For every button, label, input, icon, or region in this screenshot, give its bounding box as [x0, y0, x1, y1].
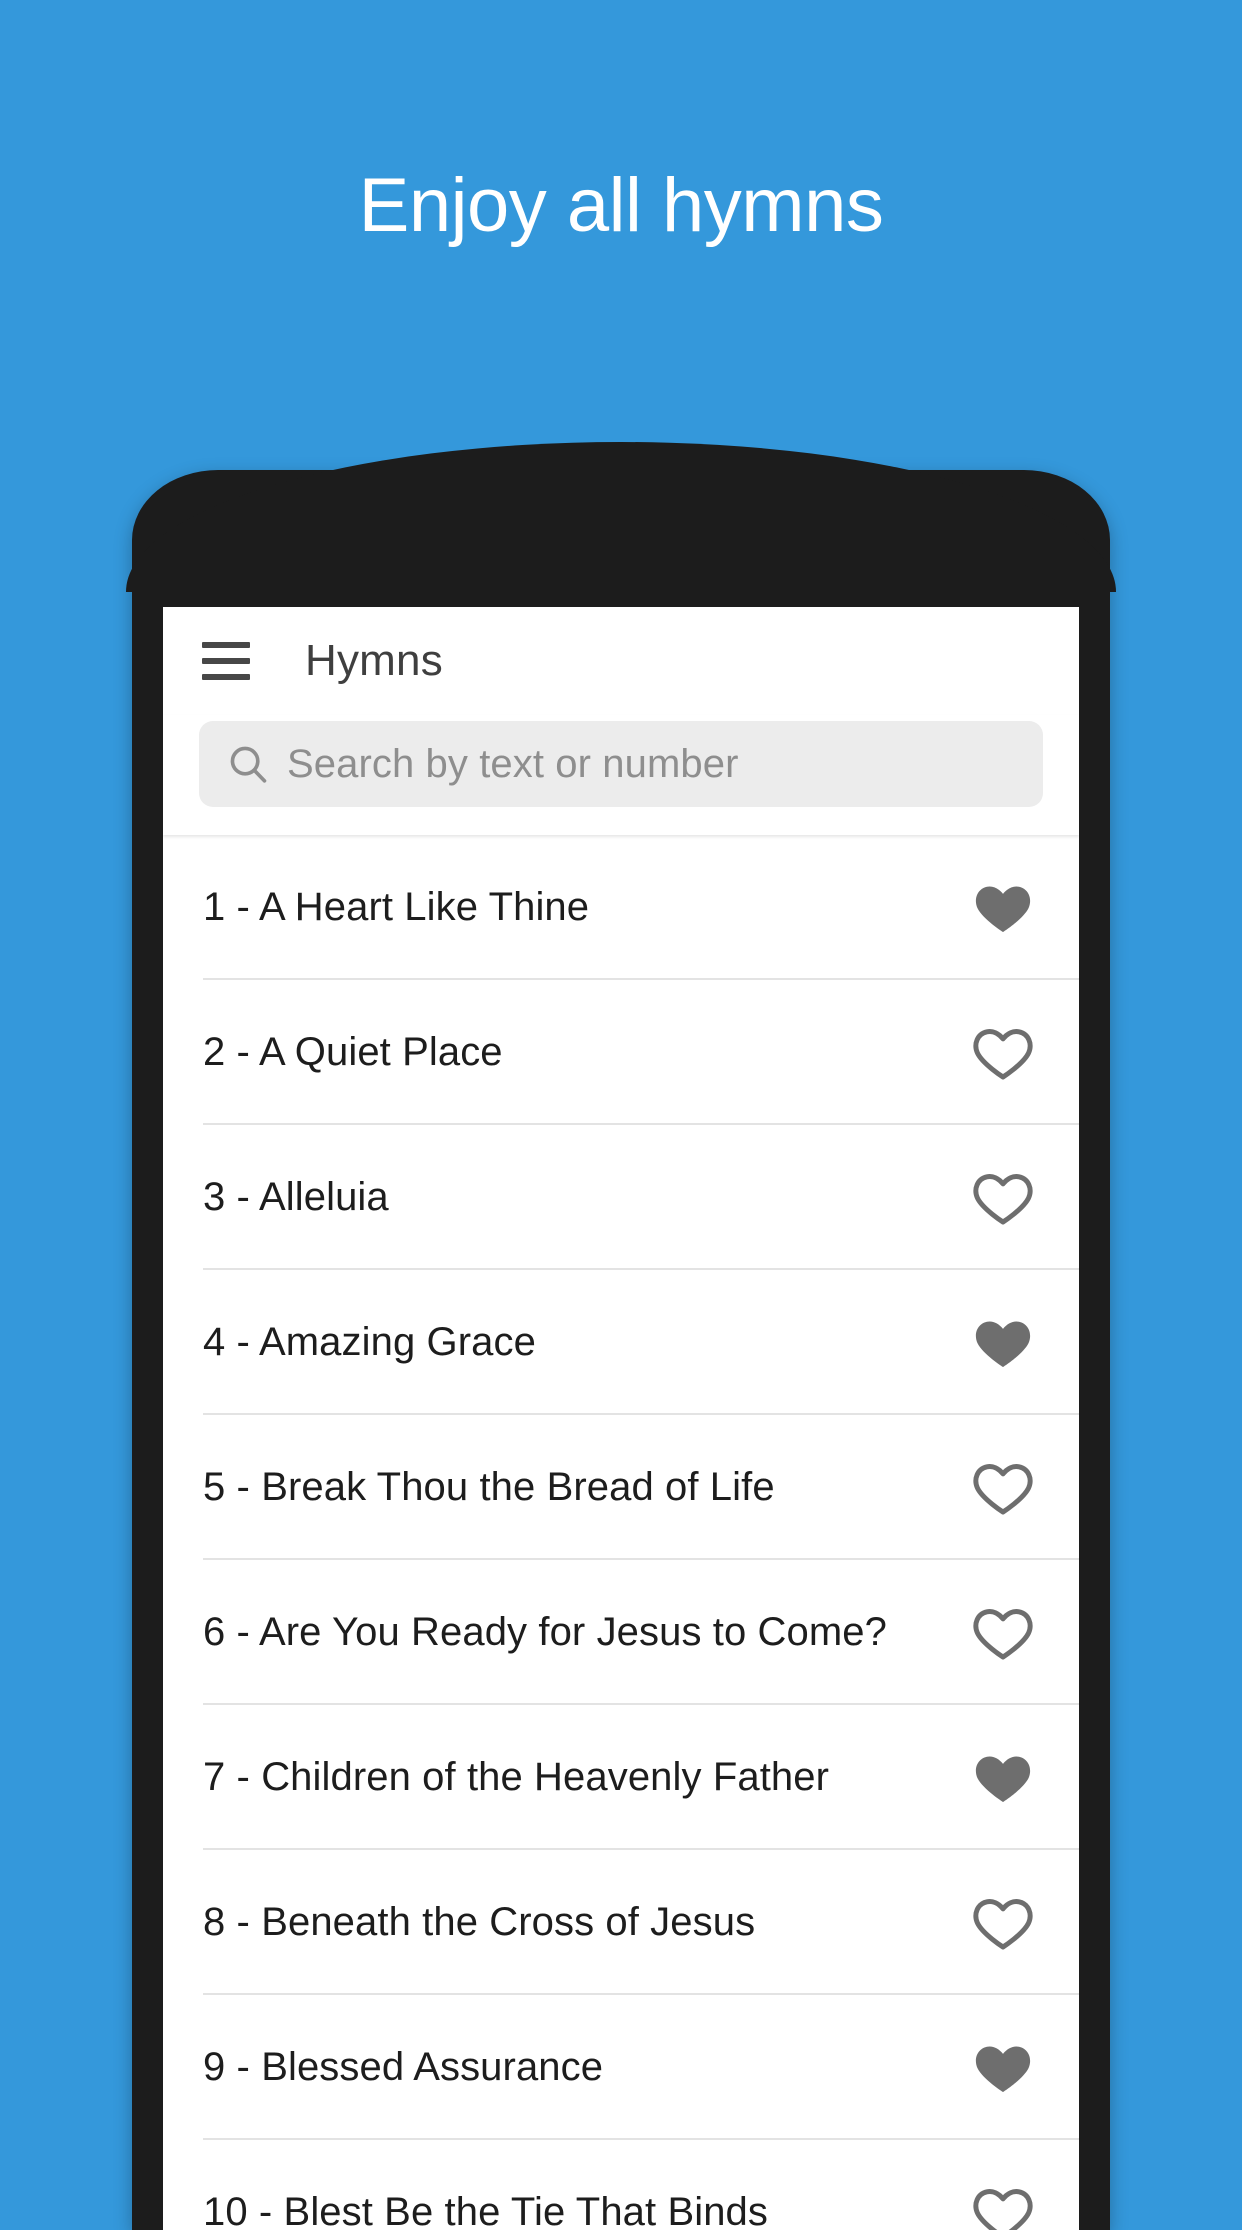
hymn-list-item[interactable]: 3 - Alleluia [163, 1125, 1079, 1270]
phone-mockup: Hymns Search by text or number 1 - A Hea… [132, 470, 1110, 2230]
menu-bar-2 [202, 658, 250, 664]
favorite-heart-outline-icon[interactable] [967, 1017, 1039, 1089]
hymn-title: 6 - Are You Ready for Jesus to Come? [203, 1610, 957, 1655]
hymn-list-item[interactable]: 4 - Amazing Grace [163, 1270, 1079, 1415]
search-input[interactable]: Search by text or number [199, 721, 1043, 807]
menu-bar-3 [202, 674, 250, 680]
hamburger-menu-icon[interactable] [193, 628, 259, 694]
favorite-heart-filled-icon[interactable] [967, 1742, 1039, 1814]
hymn-list-item[interactable]: 2 - A Quiet Place [163, 980, 1079, 1125]
phone-bezel-top-curve [126, 442, 1116, 592]
hymn-list-item[interactable]: 7 - Children of the Heavenly Father [163, 1705, 1079, 1850]
hymn-list-item[interactable]: 1 - A Heart Like Thine [163, 835, 1079, 980]
hymn-title: 1 - A Heart Like Thine [203, 885, 957, 930]
menu-bar-1 [202, 642, 250, 648]
hymn-title: 5 - Break Thou the Bread of Life [203, 1465, 957, 1510]
hymn-title: 2 - A Quiet Place [203, 1030, 957, 1075]
search-region: Search by text or number [163, 715, 1079, 835]
hymn-title: 7 - Children of the Heavenly Father [203, 1755, 957, 1800]
favorite-heart-outline-icon[interactable] [967, 1452, 1039, 1524]
hymn-title: 9 - Blessed Assurance [203, 2045, 957, 2090]
hymn-list-item[interactable]: 6 - Are You Ready for Jesus to Come? [163, 1560, 1079, 1705]
favorite-heart-outline-icon[interactable] [967, 1597, 1039, 1669]
hymn-list-item[interactable]: 10 - Blest Be the Tie That Binds [163, 2140, 1079, 2230]
favorite-heart-filled-icon[interactable] [967, 2032, 1039, 2104]
search-icon [225, 741, 271, 787]
hymn-title: 4 - Amazing Grace [203, 1320, 957, 1365]
favorite-heart-filled-icon[interactable] [967, 1307, 1039, 1379]
hymn-list-item[interactable]: 8 - Beneath the Cross of Jesus [163, 1850, 1079, 1995]
hymn-title: 10 - Blest Be the Tie That Binds [203, 2190, 957, 2230]
phone-screen: Hymns Search by text or number 1 - A Hea… [163, 607, 1079, 2230]
favorite-heart-outline-icon[interactable] [967, 1162, 1039, 1234]
promo-headline: Enjoy all hymns [0, 168, 1242, 244]
search-placeholder: Search by text or number [287, 742, 739, 787]
hymn-title: 8 - Beneath the Cross of Jesus [203, 1900, 957, 1945]
hymn-list[interactable]: 1 - A Heart Like Thine 2 - A Quiet Place 3… [163, 835, 1079, 2230]
app-bar: Hymns [163, 607, 1079, 715]
hymn-list-item[interactable]: 5 - Break Thou the Bread of Life [163, 1415, 1079, 1560]
hymn-list-item[interactable]: 9 - Blessed Assurance [163, 1995, 1079, 2140]
favorite-heart-outline-icon[interactable] [967, 2177, 1039, 2230]
page-title: Hymns [305, 636, 443, 686]
favorite-heart-filled-icon[interactable] [967, 872, 1039, 944]
favorite-heart-outline-icon[interactable] [967, 1887, 1039, 1959]
hymn-title: 3 - Alleluia [203, 1175, 957, 1220]
